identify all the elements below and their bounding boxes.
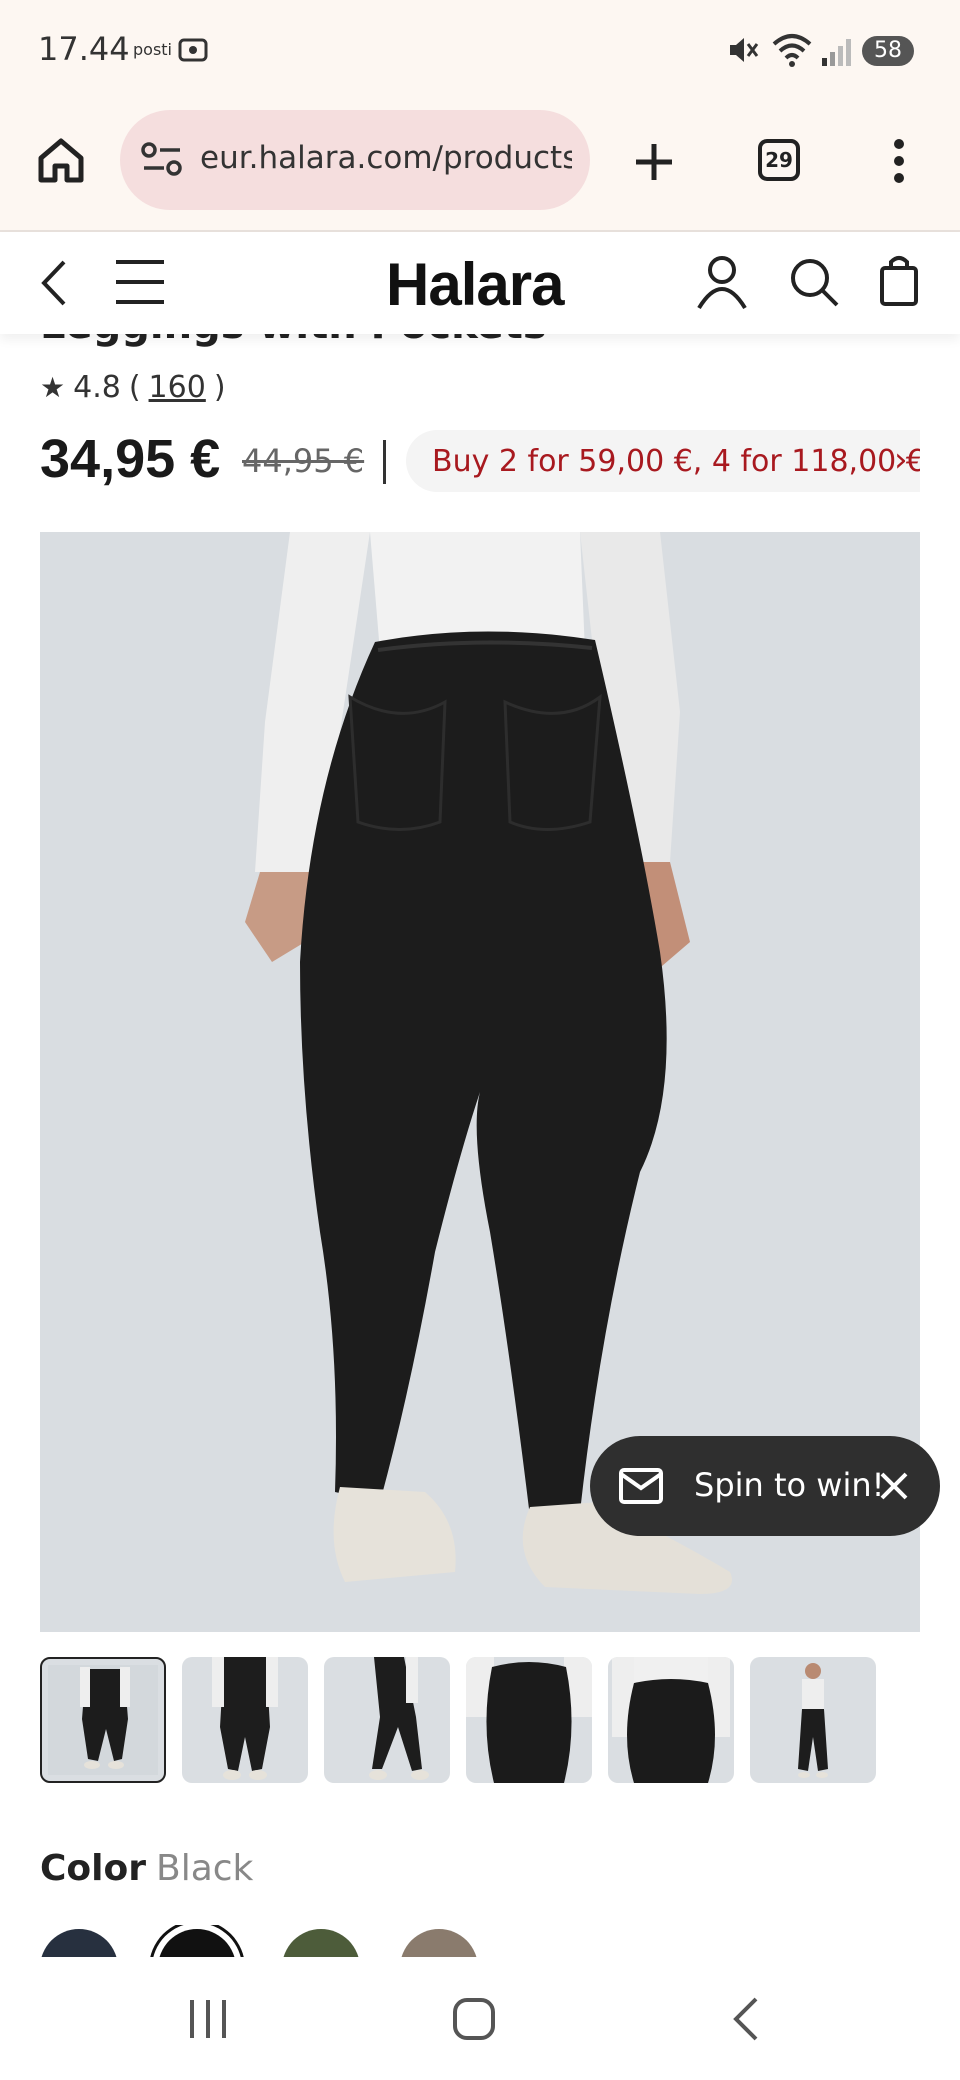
thumbnail-back-view-image	[48, 1665, 158, 1775]
rating-value: 4.8	[73, 370, 121, 405]
spin-to-win-label[interactable]: Spin to win!	[694, 1466, 884, 1504]
mail-icon	[619, 1468, 663, 1504]
thumbnail-front-view-image	[212, 1657, 278, 1780]
swatch-black[interactable]	[158, 1929, 236, 1957]
thumbnail-strip	[40, 1657, 920, 1785]
thumbnail-back-closeup-image	[466, 1657, 592, 1783]
account-icon[interactable]	[696, 254, 748, 310]
review-count-link[interactable]: 160	[149, 370, 206, 405]
screenshot-icon	[178, 38, 208, 62]
thumbnail-side-view-image	[369, 1657, 429, 1780]
chevron-right-icon: ›	[894, 440, 908, 480]
thumbnail-1[interactable]	[40, 1657, 166, 1783]
thumbnail-6[interactable]	[750, 1657, 876, 1783]
color-label: Color	[40, 1848, 146, 1889]
selected-color-value: Black	[156, 1848, 254, 1889]
back-arrow-icon[interactable]	[38, 258, 72, 308]
rating-paren-open: (	[128, 370, 141, 405]
more-menu-icon[interactable]	[884, 136, 914, 186]
close-icon[interactable]	[878, 1470, 910, 1502]
original-price: 44,95 €	[242, 442, 365, 480]
halara-logo[interactable]: Halara	[386, 250, 564, 319]
rating-row: ★ 4.8 ( 160 )	[40, 370, 226, 405]
tab-switcher-button[interactable]: 29	[758, 139, 800, 181]
status-carrier: posti	[133, 40, 172, 59]
thumbnail-waist-detail-image	[612, 1657, 730, 1783]
star-icon: ★	[40, 371, 66, 404]
thumbnail-4[interactable]	[466, 1657, 592, 1783]
swatch-olive[interactable]	[282, 1929, 360, 1957]
shopping-bag-icon[interactable]	[878, 254, 920, 308]
promo-text: Buy 2 for 59,00 €, 4 for 118,00 €	[432, 444, 920, 479]
mute-icon	[730, 38, 759, 62]
color-swatch-row	[40, 1925, 920, 1957]
signal-icon	[822, 39, 851, 66]
wifi-icon	[772, 34, 812, 67]
recent-apps-icon[interactable]	[186, 1996, 230, 2042]
swatch-taupe[interactable]	[400, 1929, 478, 1957]
bundle-promo-button[interactable]: Buy 2 for 59,00 €, 4 for 118,00 € ›	[406, 430, 920, 492]
nav-back-icon[interactable]	[728, 1996, 762, 2042]
menu-icon[interactable]	[114, 258, 166, 306]
spin-to-win-popup[interactable]: Spin to win!	[590, 1436, 940, 1536]
site-settings-icon[interactable]	[140, 140, 184, 180]
status-time: 17.44	[38, 30, 130, 68]
home-icon[interactable]	[36, 136, 86, 184]
price-divider	[383, 440, 386, 484]
thumbnail-3[interactable]	[324, 1657, 450, 1783]
browser-chrome: 17.44 posti 58 eur.halara.com/products/h	[0, 0, 960, 232]
battery-indicator: 58	[862, 36, 914, 66]
url-bar[interactable]: eur.halara.com/products/h	[120, 110, 590, 210]
system-nav-bar	[0, 1960, 960, 2080]
rating-paren-close: )	[213, 370, 226, 405]
current-price: 34,95 €	[40, 429, 221, 489]
site-header: Halara	[0, 232, 960, 334]
home-button-icon[interactable]	[452, 1996, 496, 2042]
search-icon[interactable]	[788, 256, 840, 308]
new-tab-icon[interactable]	[632, 140, 676, 184]
url-text[interactable]: eur.halara.com/products/h	[200, 140, 572, 176]
thumbnail-5[interactable]	[608, 1657, 734, 1783]
thumbnail-full-body-image	[798, 1663, 828, 1778]
swatch-navy[interactable]	[40, 1929, 118, 1957]
thumbnail-2[interactable]	[182, 1657, 308, 1783]
